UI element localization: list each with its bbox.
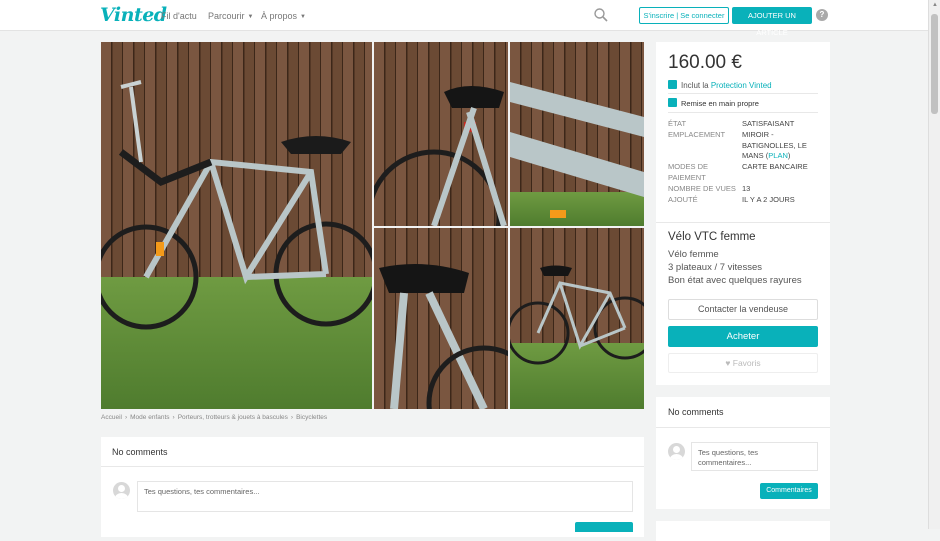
chevron-down-icon: ▼ [300, 14, 306, 20]
breadcrumb-separator: › [172, 414, 175, 421]
next-card [656, 521, 830, 541]
favorite-button[interactable]: ♥ Favoris [668, 353, 818, 373]
breadcrumb-kids-fashion[interactable]: Mode enfants [130, 414, 169, 421]
divider [101, 466, 644, 467]
add-item-button[interactable]: AJOUTER UN ARTICLE [732, 7, 812, 37]
detail-row-views: NOMBRE DE VUES 13 [668, 184, 818, 195]
bicycle-photo-image [510, 42, 644, 226]
page-scrollbar[interactable]: ▲ [928, 0, 940, 529]
detail-label: ÉTAT [668, 119, 687, 128]
breadcrumb-separator: › [124, 414, 128, 421]
item-photo-3[interactable] [510, 42, 644, 226]
help-icon[interactable]: ? [816, 9, 828, 21]
item-details-table: ÉTAT SATISFAISANT EMPLACEMENT MIROIR - BAT… [668, 119, 818, 205]
bicycle-photo-image [374, 228, 508, 409]
shield-icon [668, 80, 677, 89]
detail-label: AJOUTÉ [668, 194, 698, 204]
top-navigation-bar: Vinted Fil d'actu Parcourir ▼ À propos ▼ S… [0, 0, 928, 37]
user-avatar [113, 482, 130, 499]
side-comment-submit-button[interactable]: Commentaires [760, 483, 818, 499]
nav-about-menu[interactable]: À propos ▼ [261, 11, 306, 21]
location-pin-icon [668, 98, 677, 107]
detail-value: CARTE BANCAIRE [742, 162, 808, 172]
comment-textarea[interactable]: Tes questions, tes commentaires... [137, 481, 633, 512]
breadcrumb: Accueil › Mode enfants › Porteurs, trotteurs… [101, 414, 327, 421]
item-title: Vélo VTC femme [668, 231, 756, 243]
detail-value: 13 [742, 183, 751, 193]
detail-row-added: AJOUTÉ IL Y A 2 JOURS [668, 195, 818, 206]
side-comment-textarea[interactable]: Tes questions, tes commentaires... [691, 442, 818, 471]
detail-label: NOMBRE DE VUES [668, 183, 736, 193]
contact-seller-button[interactable]: Contacter la vendeuse [668, 299, 818, 320]
description-line: 3 plateaux / 7 vitesses [668, 262, 762, 274]
detail-row-payment: MODES DE PAIEMENT CARTE BANCAIRE [668, 162, 818, 184]
divider [656, 222, 830, 223]
item-description: Vélo femme 3 plateaux / 7 vitesses Bon é… [668, 248, 802, 288]
bicycle-photo-image [374, 42, 508, 226]
item-price: 160.00 € [668, 52, 742, 73]
breadcrumb-home[interactable]: Accueil [101, 414, 122, 421]
detail-row-location: EMPLACEMENT MIROIR - BATIGNOLLES, LE MANS… [668, 130, 818, 162]
user-avatar [668, 443, 685, 460]
chevron-down-icon: ▼ [247, 14, 254, 20]
bicycle-photo-image [510, 228, 644, 409]
detail-value: SATISFAISANT [742, 119, 795, 128]
breadcrumb-separator: › [290, 414, 294, 421]
breadcrumb-walkers[interactable]: Porteurs, trotteurs & jouets à bascules [178, 414, 288, 421]
vinted-logo[interactable]: Vinted [100, 4, 167, 26]
detail-label: MODES DE PAIEMENT [668, 162, 709, 182]
buyer-protection: Inclut la Protection Vinted [668, 80, 772, 90]
handover-info: Remise en main propre [668, 98, 759, 108]
divider [668, 93, 818, 94]
nav-about-label: À propos [261, 11, 298, 21]
description-line: Vélo femme [668, 249, 719, 260]
item-photo-4[interactable] [374, 228, 508, 409]
item-photo-2[interactable] [374, 42, 508, 226]
item-photo-5[interactable] [510, 228, 644, 409]
scroll-up-icon[interactable]: ▲ [932, 2, 938, 8]
comment-submit-button[interactable] [575, 522, 633, 532]
favorite-label: Favoris [732, 358, 761, 368]
heart-icon: ♥ [725, 358, 731, 368]
description-line: Bon état avec quelques rayures [668, 275, 802, 287]
detail-value: IL Y A 2 JOURS [742, 194, 795, 204]
divider [656, 427, 830, 428]
detail-label: EMPLACEMENT [668, 129, 726, 139]
divider [668, 112, 818, 113]
detail-value: MIROIR - BATIGNOLLES, LE MANS (PLAN) [742, 129, 807, 161]
search-icon[interactable] [594, 8, 608, 22]
detail-row-condition: ÉTAT SATISFAISANT [668, 119, 818, 130]
comments-heading: No comments [112, 447, 168, 457]
map-link[interactable]: PLAN [768, 151, 788, 160]
bicycle-photo-image [101, 42, 372, 409]
handover-label: Remise en main propre [681, 99, 759, 108]
nav-browse-label: Parcourir [208, 11, 245, 21]
breadcrumb-bicycles[interactable]: Bicyclettes [296, 414, 327, 421]
nav-browse-menu[interactable]: Parcourir ▼ [208, 11, 253, 21]
scrollbar-thumb[interactable] [931, 14, 938, 114]
item-photo-main[interactable] [101, 42, 372, 409]
side-comments-heading: No comments [668, 407, 724, 417]
nav-feed-link[interactable]: Fil d'actu [161, 11, 197, 21]
signup-login-button[interactable]: S'inscrire | Se connecter [639, 7, 729, 24]
buy-button[interactable]: Acheter [668, 326, 818, 347]
protection-prefix: Inclut la [681, 81, 709, 90]
protection-link[interactable]: Protection Vinted [711, 81, 772, 90]
